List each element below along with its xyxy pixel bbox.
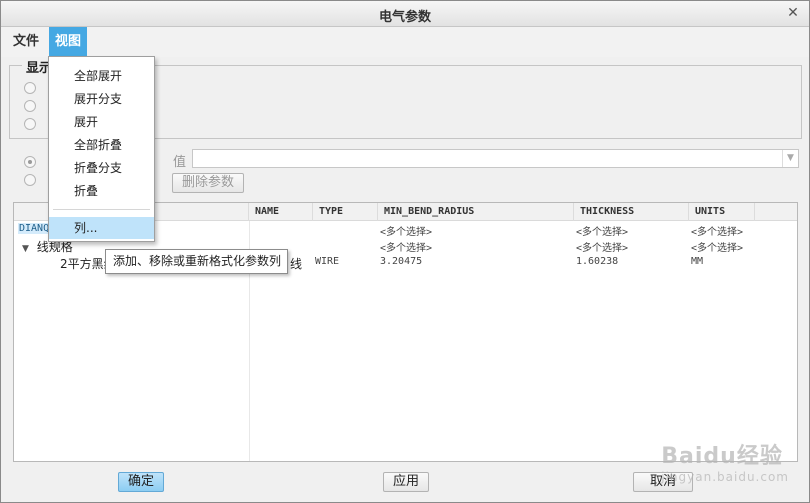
display-radio-1[interactable] bbox=[24, 82, 36, 94]
expand-arrow-icon[interactable]: ▼ bbox=[22, 244, 29, 254]
menu-item-collapse-branch[interactable]: 折叠分支 bbox=[49, 157, 154, 179]
col-min-bend-radius[interactable]: MIN_BEND_RADIUS bbox=[378, 203, 574, 221]
cell: <多个选择> bbox=[691, 227, 744, 238]
ok-button[interactable]: 确定 bbox=[118, 472, 164, 492]
window-title: 电气参数 bbox=[378, 10, 431, 25]
row-root-name: DIANQ bbox=[18, 223, 51, 234]
cell: WIRE bbox=[315, 256, 340, 267]
delete-param-button[interactable]: 删除参数 bbox=[172, 173, 244, 193]
menu-item-columns[interactable]: 列... bbox=[49, 217, 154, 239]
menu-bar: 文件 视图 bbox=[1, 27, 809, 57]
value-label: 值 bbox=[173, 155, 187, 170]
display-radio-2[interactable] bbox=[24, 100, 36, 112]
apply-button[interactable]: 应用 bbox=[383, 472, 429, 492]
display-radio-3[interactable] bbox=[24, 118, 36, 130]
tree-row-root[interactable]: DIANQ bbox=[18, 223, 51, 234]
menu-view[interactable]: 视图 bbox=[49, 27, 88, 57]
menu-item-expand-all[interactable]: 全部展开 bbox=[49, 65, 154, 87]
columns-tooltip: 添加、移除或重新格式化参数列 bbox=[105, 249, 288, 274]
cell: MM bbox=[691, 256, 704, 267]
cell: 线 bbox=[290, 257, 303, 271]
cell: <多个选择> bbox=[576, 243, 629, 254]
menu-separator bbox=[53, 209, 150, 210]
close-icon[interactable]: ✕ bbox=[785, 5, 801, 21]
menu-item-collapse[interactable]: 折叠 bbox=[49, 180, 154, 202]
col-units[interactable]: UNITS bbox=[689, 203, 755, 221]
cell: <多个选择> bbox=[380, 243, 433, 254]
menu-item-expand[interactable]: 展开 bbox=[49, 111, 154, 133]
chevron-down-icon[interactable]: ▼ bbox=[782, 150, 798, 167]
watermark: Baidu经验 jingyan.baidu.com bbox=[661, 438, 789, 484]
menu-file[interactable]: 文件 bbox=[7, 27, 45, 57]
electrical-params-dialog: 电气参数 ✕ 文件 视图 显示 值 ▼ 删除参数 NAME TYPE MIN_B… bbox=[0, 0, 810, 503]
row-wire-spec-name: 线规格 bbox=[36, 240, 73, 254]
menu-item-expand-branch[interactable]: 展开分支 bbox=[49, 88, 154, 110]
col-name[interactable]: NAME bbox=[249, 203, 313, 221]
cell: 1.60238 bbox=[576, 256, 619, 267]
cell: 3.20475 bbox=[380, 256, 423, 267]
watermark-text: Baidu经验 bbox=[661, 444, 783, 469]
value-input[interactable]: ▼ bbox=[192, 149, 799, 168]
param-scope-radio-1[interactable] bbox=[24, 156, 36, 168]
cell: <多个选择> bbox=[380, 227, 433, 238]
param-scope-radio-2[interactable] bbox=[24, 174, 36, 186]
menu-item-collapse-all[interactable]: 全部折叠 bbox=[49, 134, 154, 156]
col-thickness[interactable]: THICKNESS bbox=[574, 203, 689, 221]
view-menu-dropdown: 全部展开 展开分支 展开 全部折叠 折叠分支 折叠 列... bbox=[48, 56, 155, 242]
cell: <多个选择> bbox=[691, 243, 744, 254]
watermark-url: jingyan.baidu.com bbox=[661, 470, 789, 484]
title-bar: 电气参数 ✕ bbox=[1, 1, 809, 27]
cell: <多个选择> bbox=[576, 227, 629, 238]
col-type[interactable]: TYPE bbox=[313, 203, 378, 221]
